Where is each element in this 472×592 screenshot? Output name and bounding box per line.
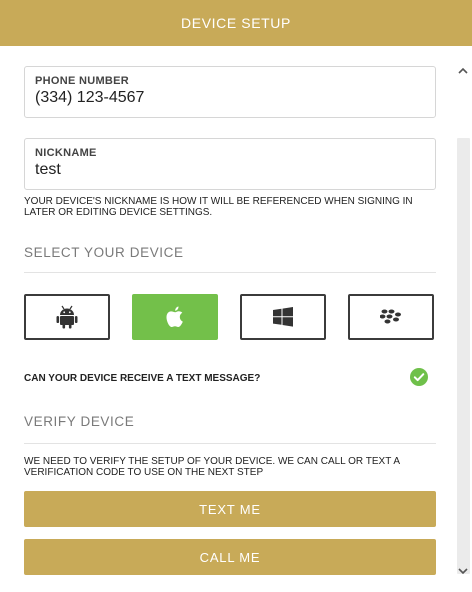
check-circle-icon (410, 368, 428, 386)
scrollbar[interactable] (454, 54, 472, 592)
scrollbar-thumb[interactable] (457, 138, 470, 574)
nickname-label: NICKNAME (35, 147, 97, 159)
device-option-android[interactable] (24, 294, 110, 340)
chevron-down-icon[interactable] (456, 564, 470, 578)
text-message-question: CAN YOUR DEVICE RECEIVE A TEXT MESSAGE? (24, 373, 261, 384)
phone-number-input[interactable]: (334) 123-4567 (35, 89, 425, 107)
nickname-help-text: YOUR DEVICE'S NICKNAME IS HOW IT WILL BE… (24, 196, 413, 218)
nickname-input[interactable]: test (35, 161, 425, 179)
page-title: DEVICE SETUP (181, 15, 291, 31)
android-icon (56, 305, 78, 329)
device-option-windows[interactable] (240, 294, 326, 340)
verify-help-text: WE NEED TO VERIFY THE SETUP OF YOUR DEVI… (24, 456, 400, 478)
device-setup-form: PHONE NUMBER (334) 123-4567 NICKNAME tes… (24, 46, 436, 592)
select-device-title: SELECT YOUR DEVICE (24, 245, 184, 260)
nickname-field[interactable]: NICKNAME test (24, 138, 436, 190)
apple-icon (166, 306, 183, 327)
device-option-apple[interactable] (132, 294, 218, 340)
text-me-button[interactable]: TEXT ME (24, 491, 436, 527)
verify-device-title: VERIFY DEVICE (24, 414, 135, 429)
section-divider (24, 443, 436, 444)
phone-number-field[interactable]: PHONE NUMBER (334) 123-4567 (24, 66, 436, 118)
header-bar: DEVICE SETUP (0, 0, 472, 46)
windows-icon (273, 307, 293, 327)
blackberry-icon (380, 309, 401, 324)
phone-number-label: PHONE NUMBER (35, 75, 130, 87)
chevron-up-icon[interactable] (456, 64, 470, 78)
section-divider (24, 272, 436, 273)
device-option-blackberry[interactable] (348, 294, 434, 340)
call-me-button[interactable]: CALL ME (24, 539, 436, 575)
